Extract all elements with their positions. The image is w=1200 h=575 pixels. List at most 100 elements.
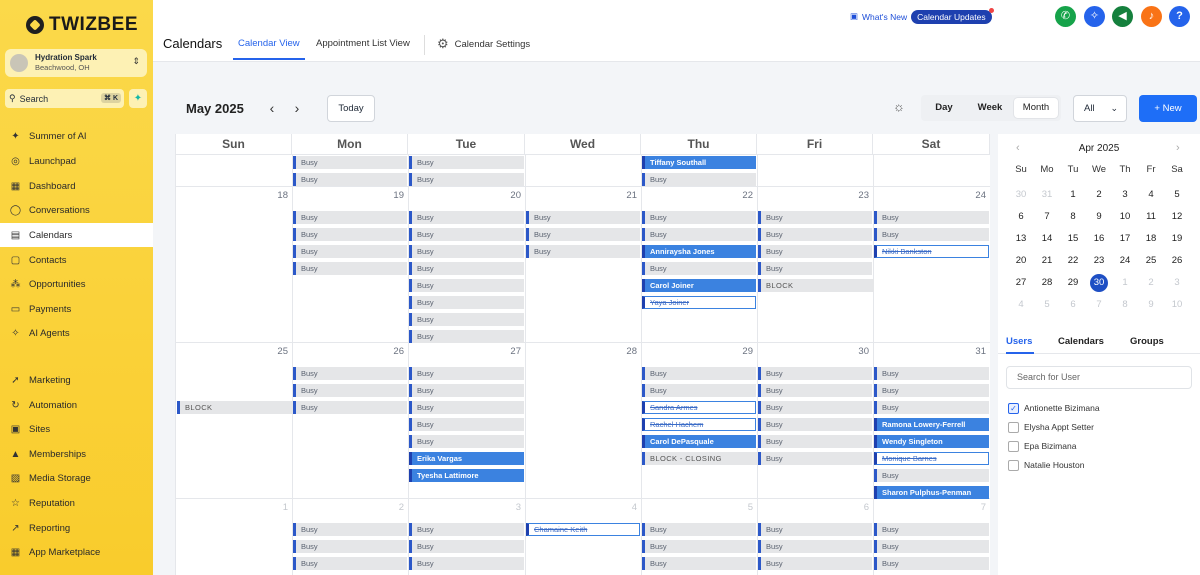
calendar-updates-badge[interactable]: Calendar Updates: [911, 7, 994, 24]
busy-event[interactable]: Busy: [409, 245, 524, 258]
busy-event[interactable]: Busy: [874, 557, 989, 570]
mini-day[interactable]: 2: [1138, 274, 1164, 292]
busy-event[interactable]: Busy: [642, 523, 756, 536]
sidebar-item-automation[interactable]: ↻ Automation: [0, 393, 153, 417]
sidebar-item-calendars[interactable]: ▤ Calendars: [0, 223, 153, 247]
busy-event[interactable]: Busy: [409, 313, 524, 326]
user-checkbox[interactable]: [1008, 459, 1019, 471]
help-icon[interactable]: ?: [1169, 6, 1190, 27]
mini-day[interactable]: 23: [1086, 252, 1112, 270]
busy-event[interactable]: Busy: [293, 384, 407, 397]
mini-day[interactable]: 30: [1086, 274, 1112, 292]
busy-event[interactable]: Busy: [409, 557, 524, 570]
mini-day[interactable]: 3: [1164, 274, 1190, 292]
tab-users[interactable]: Users: [1006, 336, 1032, 347]
mini-day[interactable]: 6: [1008, 208, 1034, 226]
mini-day[interactable]: 10: [1164, 296, 1190, 314]
mini-day[interactable]: 17: [1112, 230, 1138, 248]
busy-event[interactable]: Busy: [409, 435, 524, 448]
today-button[interactable]: Today: [327, 95, 375, 122]
sidebar-item-dashboard[interactable]: ▦ Dashboard: [0, 174, 153, 198]
sidebar-item-sites[interactable]: ▣ Sites: [0, 417, 153, 441]
mini-day[interactable]: 24: [1112, 252, 1138, 270]
busy-event[interactable]: Busy: [642, 211, 756, 224]
mini-day[interactable]: 25: [1138, 252, 1164, 270]
busy-event[interactable]: Busy: [409, 173, 524, 186]
busy-event[interactable]: Busy: [758, 435, 872, 448]
user-item[interactable]: ✓ Antionette Bizimana: [1008, 401, 1100, 415]
mini-day[interactable]: 8: [1060, 208, 1086, 226]
appointment-event[interactable]: Ramona Lowery-Ferrell: [874, 418, 989, 431]
busy-event[interactable]: Busy: [409, 228, 524, 241]
busy-event[interactable]: Busy: [409, 540, 524, 553]
sidebar-item-ai-agents[interactable]: ✧ AI Agents: [0, 321, 153, 345]
day-number[interactable]: 19: [384, 190, 404, 201]
busy-event[interactable]: Busy: [293, 401, 407, 414]
busy-event[interactable]: Busy: [874, 367, 989, 380]
whats-new[interactable]: ▣ What's New Calendar Updates: [850, 7, 994, 25]
mini-day[interactable]: 7: [1034, 208, 1060, 226]
sidebar-item-launchpad[interactable]: ◎ Launchpad: [0, 149, 153, 173]
busy-event[interactable]: Busy: [758, 557, 872, 570]
day-number[interactable]: 23: [849, 190, 869, 201]
mini-day[interactable]: 16: [1086, 230, 1112, 248]
sidebar-item-opportunities[interactable]: ⁂ Opportunities: [0, 272, 153, 296]
day-number[interactable]: 30: [849, 346, 869, 357]
user-checkbox[interactable]: ✓: [1008, 402, 1019, 414]
busy-event[interactable]: Busy: [409, 330, 524, 343]
day-number[interactable]: 22: [733, 190, 753, 201]
mini-day[interactable]: 21: [1034, 252, 1060, 270]
busy-event[interactable]: Busy: [293, 262, 407, 275]
mini-day[interactable]: 1: [1060, 186, 1086, 204]
megaphone-icon[interactable]: ◀: [1112, 6, 1133, 27]
busy-event[interactable]: Busy: [293, 367, 407, 380]
day-number[interactable]: 31: [966, 346, 986, 357]
day-number[interactable]: 5: [733, 502, 753, 513]
day-number[interactable]: 6: [849, 502, 869, 513]
mini-day[interactable]: 6: [1060, 296, 1086, 314]
busy-event[interactable]: Busy: [642, 540, 756, 553]
mini-day[interactable]: 28: [1034, 274, 1060, 292]
busy-event[interactable]: Busy: [642, 367, 756, 380]
mini-day[interactable]: 3: [1112, 186, 1138, 204]
busy-event[interactable]: Busy: [758, 367, 872, 380]
busy-event[interactable]: Busy: [293, 245, 407, 258]
mini-day[interactable]: 19: [1164, 230, 1190, 248]
mini-day[interactable]: 30: [1008, 186, 1034, 204]
busy-event[interactable]: Busy: [874, 211, 989, 224]
sidebar-item-media-storage[interactable]: ▨ Media Storage: [0, 466, 153, 490]
day-number[interactable]: 2: [384, 502, 404, 513]
mini-day[interactable]: 7: [1086, 296, 1112, 314]
busy-event[interactable]: Busy: [293, 523, 407, 536]
busy-event[interactable]: Busy: [758, 452, 872, 465]
new-button[interactable]: + New: [1139, 95, 1197, 122]
appointment-event[interactable]: Rachel Hachem: [642, 418, 756, 431]
busy-event[interactable]: Busy: [758, 401, 872, 414]
user-item[interactable]: Elysha Appt Setter: [1008, 420, 1094, 434]
busy-event[interactable]: Busy: [874, 228, 989, 241]
day-number[interactable]: 21: [617, 190, 637, 201]
mini-day[interactable]: 29: [1060, 274, 1086, 292]
search-input[interactable]: ⚲ Search ⌘ K: [5, 89, 124, 108]
busy-event[interactable]: Busy: [642, 173, 756, 186]
day-number[interactable]: 27: [501, 346, 521, 357]
sidebar-item-contacts[interactable]: ▢ Contacts: [0, 248, 153, 272]
mini-day[interactable]: 1: [1112, 274, 1138, 292]
busy-event[interactable]: Busy: [526, 211, 640, 224]
mini-day[interactable]: 5: [1034, 296, 1060, 314]
block-event[interactable]: BLOCK: [177, 401, 295, 414]
busy-event[interactable]: Busy: [758, 384, 872, 397]
prev-month-button[interactable]: ‹: [261, 95, 283, 121]
mini-day[interactable]: 14: [1034, 230, 1060, 248]
calendar-settings-link[interactable]: ⚙ Calendar Settings: [437, 36, 530, 52]
sidebar-item-reputation[interactable]: ☆ Reputation: [0, 491, 153, 515]
appointment-event[interactable]: Carol DePasquale: [642, 435, 756, 448]
sidebar-item-conversations[interactable]: ◯ Conversations: [0, 198, 153, 222]
appointment-event[interactable]: Sharon Pulphus-Penman: [874, 486, 989, 499]
filter-select[interactable]: All ⌄: [1073, 95, 1127, 122]
busy-event[interactable]: Busy: [642, 262, 756, 275]
day-number[interactable]: 25: [268, 346, 288, 357]
busy-event[interactable]: Busy: [758, 245, 872, 258]
appointment-event[interactable]: Yaya Joiner: [642, 296, 756, 309]
view-day-button[interactable]: Day: [927, 98, 961, 118]
